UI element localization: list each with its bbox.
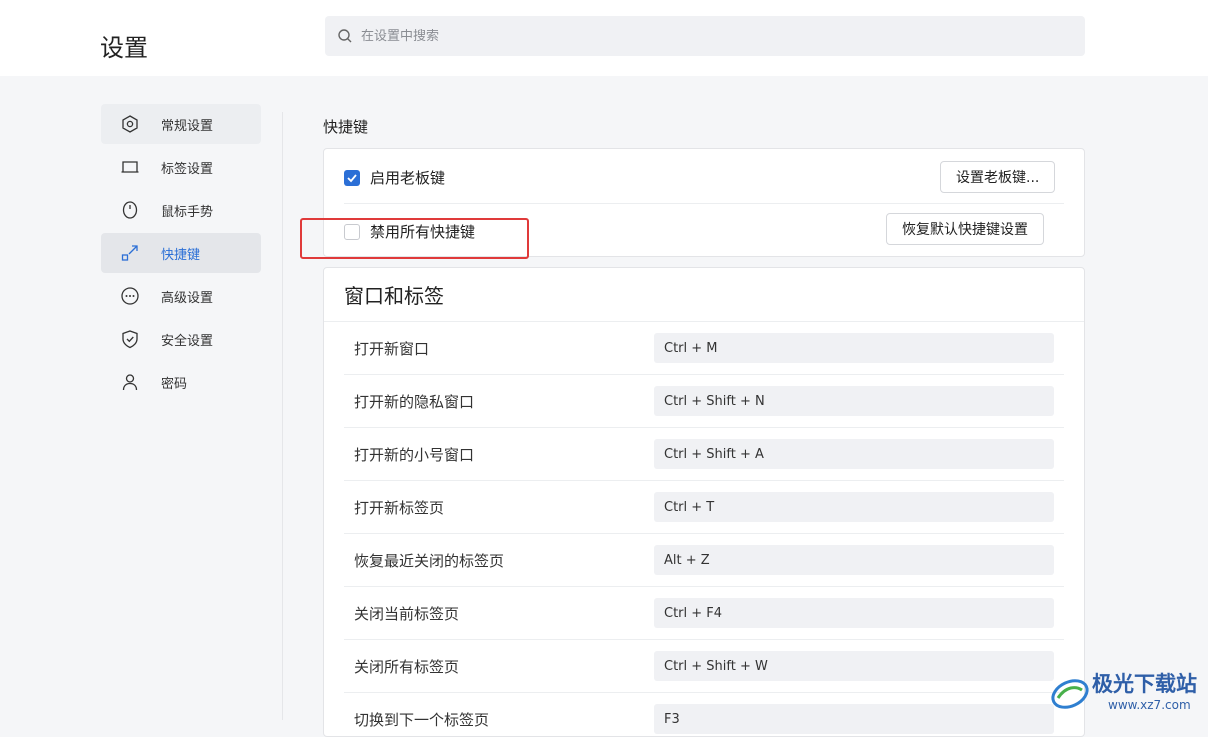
mouse-icon: [122, 201, 138, 219]
top-bar: 设置: [0, 0, 1208, 76]
shortcut-key-field[interactable]: Ctrl + M: [654, 333, 1054, 363]
shortcut-label: 打开新的隐私窗口: [354, 392, 475, 411]
sidebar-item-label: 常规设置: [161, 118, 214, 134]
option-divider: [344, 203, 1064, 204]
set-boss-key-button[interactable]: 设置老板键...: [940, 161, 1056, 193]
window-tabs-title: 窗口和标签: [324, 268, 1084, 322]
shortcut-row: 打开新的隐私窗口 Ctrl + Shift + N: [344, 375, 1064, 428]
boss-key-label: 启用老板键: [370, 169, 446, 187]
sidebar-item-label: 快捷键: [161, 247, 201, 263]
sidebar: 常规设置 标签设置 鼠标手势 快捷键 高级设置 安全设置 密码: [101, 104, 261, 405]
sidebar-item-shortcuts[interactable]: 快捷键: [101, 233, 261, 273]
shortcut-row: 打开新窗口 Ctrl + M: [344, 322, 1064, 375]
shortcut-key-field[interactable]: Alt + Z: [654, 545, 1054, 575]
sidebar-item-label: 高级设置: [161, 290, 214, 306]
window-tabs-card: 窗口和标签 打开新窗口 Ctrl + M 打开新的隐私窗口 Ctrl + Shift …: [323, 267, 1085, 737]
watermark-logo-icon: [1051, 679, 1089, 709]
shortcut-key-field[interactable]: Ctrl + T: [654, 492, 1054, 522]
watermark-text: 极光下载站: [1092, 672, 1197, 696]
shortcut-row: 切换到下一个标签页 F3: [344, 693, 1064, 736]
search-input[interactable]: [361, 28, 1061, 44]
sidebar-item-mouse-gesture[interactable]: 鼠标手势: [101, 190, 261, 230]
watermark: 极光下载站 www.xz7.com: [1048, 664, 1208, 720]
tab-icon: [121, 161, 139, 173]
sidebar-item-label: 安全设置: [161, 333, 214, 349]
boss-key-checkbox[interactable]: [344, 169, 360, 186]
check-icon: [347, 173, 357, 182]
page-title: 设置: [100, 34, 148, 62]
shortcut-label: 恢复最近关闭的标签页: [354, 551, 505, 570]
shortcut-key-field[interactable]: Ctrl + Shift + N: [654, 386, 1054, 416]
shortcut-label: 打开新标签页: [354, 498, 445, 517]
more-dots-icon: [121, 287, 139, 305]
shortcut-row: 打开新的小号窗口 Ctrl + Shift + A: [344, 428, 1064, 481]
annotation-highlight-box: [300, 218, 529, 259]
shortcut-row: 打开新标签页 Ctrl + T: [344, 481, 1064, 534]
restore-default-shortcuts-button[interactable]: 恢复默认快捷键设置: [886, 213, 1044, 245]
sidebar-item-password[interactable]: 密码: [101, 362, 261, 402]
shortcut-label: 关闭当前标签页: [354, 604, 460, 623]
shortcut-label: 打开新的小号窗口: [354, 445, 475, 464]
search-icon: [338, 29, 352, 43]
shortcut-label: 关闭所有标签页: [354, 657, 460, 676]
shortcut-arrow-icon: [121, 245, 138, 261]
shortcut-row: 恢复最近关闭的标签页 Alt + Z: [344, 534, 1064, 587]
shortcut-list: 打开新窗口 Ctrl + M 打开新的隐私窗口 Ctrl + Shift + N 打开新…: [324, 322, 1084, 736]
watermark-url: www.xz7.com: [1108, 698, 1191, 712]
gear-hexagon-icon: [122, 115, 138, 133]
sidebar-item-security[interactable]: 安全设置: [101, 319, 261, 359]
section-title: 快捷键: [323, 118, 369, 136]
shield-icon: [122, 330, 138, 349]
shortcut-label: 切换到下一个标签页: [354, 710, 490, 729]
shortcut-row: 关闭当前标签页 Ctrl + F4: [344, 587, 1064, 640]
sidebar-item-tabs[interactable]: 标签设置: [101, 147, 261, 187]
search-box[interactable]: [325, 16, 1085, 56]
shortcut-key-field[interactable]: Ctrl + Shift + A: [654, 439, 1054, 469]
sidebar-item-label: 标签设置: [161, 161, 214, 177]
sidebar-item-label: 鼠标手势: [161, 204, 214, 220]
user-icon: [122, 374, 138, 391]
shortcut-key-field[interactable]: F3: [654, 704, 1054, 734]
shortcut-key-field[interactable]: Ctrl + Shift + W: [654, 651, 1054, 681]
sidebar-divider: [282, 112, 283, 720]
sidebar-item-general[interactable]: 常规设置: [101, 104, 261, 144]
shortcut-row: 关闭所有标签页 Ctrl + Shift + W: [344, 640, 1064, 693]
shortcut-label: 打开新窗口: [354, 339, 430, 358]
shortcut-key-field[interactable]: Ctrl + F4: [654, 598, 1054, 628]
sidebar-item-advanced[interactable]: 高级设置: [101, 276, 261, 316]
boss-key-option[interactable]: 启用老板键: [344, 167, 445, 188]
sidebar-item-label: 密码: [161, 376, 188, 392]
